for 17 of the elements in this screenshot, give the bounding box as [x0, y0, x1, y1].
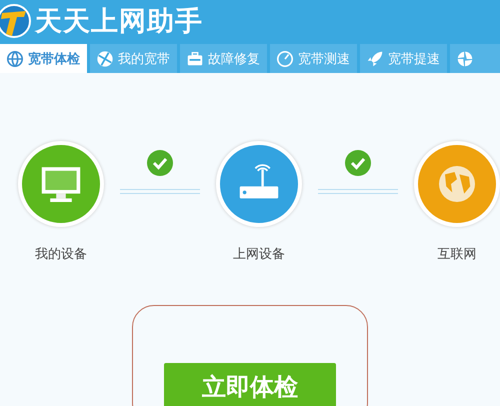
gauge-icon: [276, 50, 294, 68]
tab[interactable]: 我的宽带: [90, 44, 177, 73]
tab[interactable]: 故障修复: [180, 44, 267, 73]
tab[interactable]: 宽带提速: [360, 44, 447, 73]
check-now-button[interactable]: 立即体检: [164, 363, 336, 406]
tab[interactable]: 宽带体检: [0, 44, 87, 73]
ball-icon: [96, 50, 114, 68]
device-label: 上网设备: [233, 246, 285, 263]
app-title: 天天上网助手: [35, 5, 203, 39]
rocket-icon: [366, 50, 384, 68]
device-label: 我的设备: [35, 246, 87, 263]
device-label: 互联网: [438, 246, 476, 263]
aperture-icon: [456, 50, 474, 68]
toolbox-icon: [186, 50, 204, 68]
logo-icon: [0, 3, 32, 39]
globe-icon: [6, 50, 24, 68]
tab[interactable]: 宽带测速: [270, 44, 357, 73]
